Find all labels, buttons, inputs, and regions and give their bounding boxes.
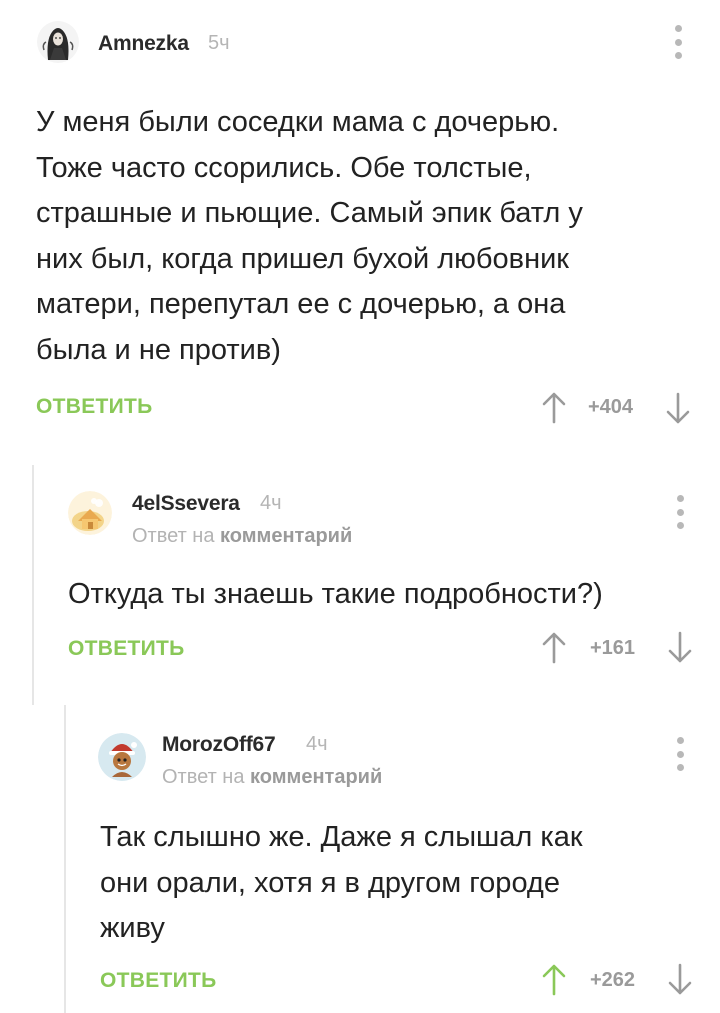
- upvote-arrow-icon[interactable]: [540, 390, 568, 424]
- comment-body-line: Тоже часто ссорились. Обе толстые,: [36, 151, 532, 184]
- comment-username[interactable]: 4elSsevera: [132, 492, 240, 516]
- more-options-icon[interactable]: [672, 25, 684, 59]
- comment-body-line: матери, перепутал ее с дочерью, а она: [36, 288, 566, 320]
- comment-body: Откуда ты знаешь такие подробности?): [68, 572, 708, 618]
- comment-rating: +161: [590, 637, 636, 659]
- gingerbread-santa-avatar-icon[interactable]: [98, 733, 146, 781]
- reply-to-link[interactable]: Ответ на комментарий: [162, 766, 382, 789]
- reply-to-comment-link[interactable]: комментарий: [220, 525, 352, 547]
- comment-time: 4ч: [260, 492, 282, 514]
- comment-time: 4ч: [306, 733, 328, 755]
- comment-body-line: они орали, хотя я в другом городе: [100, 866, 560, 899]
- comment-body: У меня были соседки мама с дочерью. Тоже…: [36, 100, 696, 373]
- cartoon-house-avatar-icon[interactable]: [68, 491, 112, 535]
- comment-time: 5ч: [208, 32, 230, 54]
- comment-username[interactable]: Amnezka: [98, 32, 189, 56]
- more-options-icon[interactable]: [674, 495, 686, 529]
- reply-button[interactable]: ОТВЕТИТЬ: [100, 969, 217, 993]
- comments-thread: Amnezka 5ч У меня были соседки мама с до…: [0, 0, 720, 1013]
- reply-button[interactable]: ОТВЕТИТЬ: [68, 637, 185, 661]
- comment-rating: +262: [590, 969, 636, 991]
- comment-body-line: Откуда ты знаешь такие подробности?): [68, 578, 603, 610]
- comment-body-line: страшные и пьющие. Самый эпик батл у: [36, 197, 583, 229]
- downvote-arrow-icon[interactable]: [664, 392, 692, 426]
- reply-to-link[interactable]: Ответ на комментарий: [132, 525, 352, 548]
- comment-body-line: них был, когда пришел бухой любовник: [36, 242, 569, 275]
- downvote-arrow-icon[interactable]: [666, 963, 694, 997]
- comment-body-line: У меня были соседки мама с дочерью.: [36, 106, 560, 138]
- comment-body-line: была и не против): [36, 333, 281, 366]
- reply-button[interactable]: ОТВЕТИТЬ: [36, 395, 153, 419]
- reply-to-prefix: Ответ на: [132, 525, 215, 547]
- gothic-girl-avatar-icon[interactable]: [36, 20, 80, 64]
- upvote-arrow-icon[interactable]: [540, 630, 568, 664]
- comment-rating: +404: [588, 396, 634, 418]
- comment-body: Так слышно же. Даже я слышал как они ора…: [100, 815, 700, 952]
- downvote-arrow-icon[interactable]: [666, 631, 694, 665]
- comment-body-line: Так слышно же. Даже я слышал как: [100, 821, 583, 853]
- upvote-arrow-icon[interactable]: [540, 962, 568, 996]
- comment-4elssevera: 4elSsevera 4ч Ответ на комментарий Откуд…: [32, 465, 720, 705]
- comment-username[interactable]: MorozOff67: [162, 733, 276, 757]
- comment-body-line: живу: [100, 912, 165, 944]
- reply-to-comment-link[interactable]: комментарий: [250, 766, 382, 788]
- comment-amnezka: Amnezka 5ч У меня были соседки мама с до…: [0, 0, 720, 450]
- reply-to-prefix: Ответ на: [162, 766, 245, 788]
- more-options-icon[interactable]: [674, 737, 686, 771]
- comment-morozoff67: MorozOff67 4ч Ответ на комментарий Так с…: [64, 705, 720, 1013]
